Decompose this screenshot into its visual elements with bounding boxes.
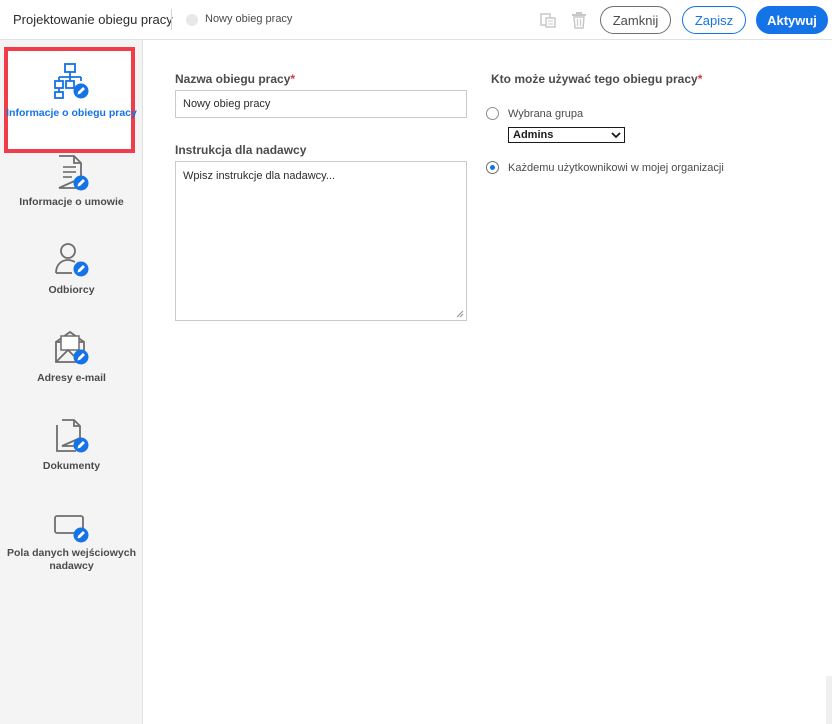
workflow-status: Nowy obieg pracy <box>205 13 293 25</box>
sidebar-item-emails[interactable]: Adresy e-mail <box>0 326 143 388</box>
duplicate-icon[interactable] <box>538 10 558 30</box>
required-mark: * <box>697 72 703 86</box>
label-text: Kto może używać tego obiegu pracy <box>491 72 698 86</box>
required-mark: * <box>290 72 296 86</box>
documents-icon <box>56 419 89 453</box>
everyone-in-org-radio[interactable] <box>486 161 499 174</box>
workflow-name-label: Nazwa obiegu pracy* <box>175 72 295 86</box>
everyone-in-org-label: Każdemu użytkownikowi w mojej organizacj… <box>508 162 724 174</box>
textarea-placeholder: Wpisz instrukcje dla nadawcy... <box>183 170 336 182</box>
header-divider <box>171 9 172 30</box>
input-field-icon <box>54 515 89 543</box>
sender-instruction-textarea[interactable]: Wpisz instrukcje dla nadawcy... <box>175 161 467 321</box>
save-button[interactable]: Zapisz <box>682 6 746 34</box>
app-title: Projektowanie obiegu pracy <box>13 12 173 27</box>
workflow-icon <box>54 63 89 99</box>
resize-handle-icon[interactable] <box>456 310 464 318</box>
activate-button[interactable]: Aktywuj <box>756 6 828 34</box>
sender-instruction-label: Instrukcja dla nadawcy <box>175 143 307 157</box>
selected-group-label: Wybrana grupa <box>508 108 584 120</box>
group-select[interactable]: Admins <box>508 127 625 143</box>
close-button[interactable]: Zamknij <box>600 6 671 34</box>
sidebar-item-label: Odbiorcy <box>48 284 95 296</box>
sidebar-item-workflow-info[interactable]: Informacje o obiegu pracy <box>0 58 143 148</box>
sidebar-item-label: Dokumenty <box>42 460 101 472</box>
selected-group-radio[interactable] <box>486 107 499 120</box>
sidebar-item-agreement-info[interactable]: Informacje o umowie <box>0 150 143 212</box>
workflow-name-input[interactable]: Nowy obieg pracy <box>175 90 467 118</box>
email-icon <box>55 330 89 365</box>
chevron-down-icon <box>611 132 621 139</box>
recipient-icon <box>55 243 89 277</box>
document-edit-icon <box>58 155 89 191</box>
sidebar-item-documents[interactable]: Dokumenty <box>0 414 143 476</box>
sidebar-item-label: Informacje o obiegu pracy <box>6 107 137 119</box>
sidebar-item-sender-input-fields[interactable]: Pola danych wejściowych nadawcy <box>0 502 143 578</box>
group-select-value: Admins <box>513 129 554 141</box>
sidebar-item-label: Adresy e-mail <box>37 372 106 384</box>
sidebar-item-recipients[interactable]: Odbiorcy <box>0 238 143 300</box>
status-indicator-icon <box>186 14 198 26</box>
who-can-use-label: Kto może używać tego obiegu pracy* <box>491 72 702 86</box>
header-bar: Projektowanie obiegu pracy Nowy obieg pr… <box>0 0 832 40</box>
label-text: Nazwa obiegu pracy <box>175 72 291 86</box>
scrollbar[interactable] <box>826 676 832 724</box>
trash-icon[interactable] <box>569 10 589 30</box>
sidebar-item-label: Informacje o umowie <box>19 196 124 208</box>
sidebar-item-label: Pola danych wejściowych nadawcy <box>7 547 136 572</box>
